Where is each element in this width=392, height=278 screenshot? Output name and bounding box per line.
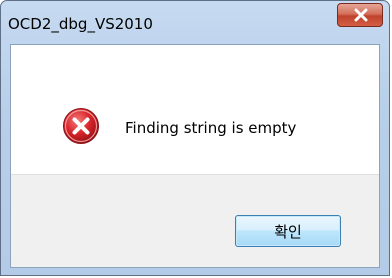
message-area: Finding string is empty (11, 45, 379, 174)
message-dialog-window: OCD2_dbg_VS2010 Finding string is empty … (0, 0, 390, 276)
title-bar[interactable]: OCD2_dbg_VS2010 (1, 1, 389, 45)
ok-button[interactable]: 확인 (235, 215, 341, 247)
close-icon (354, 8, 368, 22)
dialog-body: Finding string is empty 확인 (10, 44, 380, 268)
button-bar: 확인 (11, 174, 379, 267)
error-message: Finding string is empty (125, 119, 297, 137)
close-button[interactable] (337, 3, 383, 27)
error-icon (62, 107, 100, 145)
window-title: OCD2_dbg_VS2010 (8, 15, 153, 33)
